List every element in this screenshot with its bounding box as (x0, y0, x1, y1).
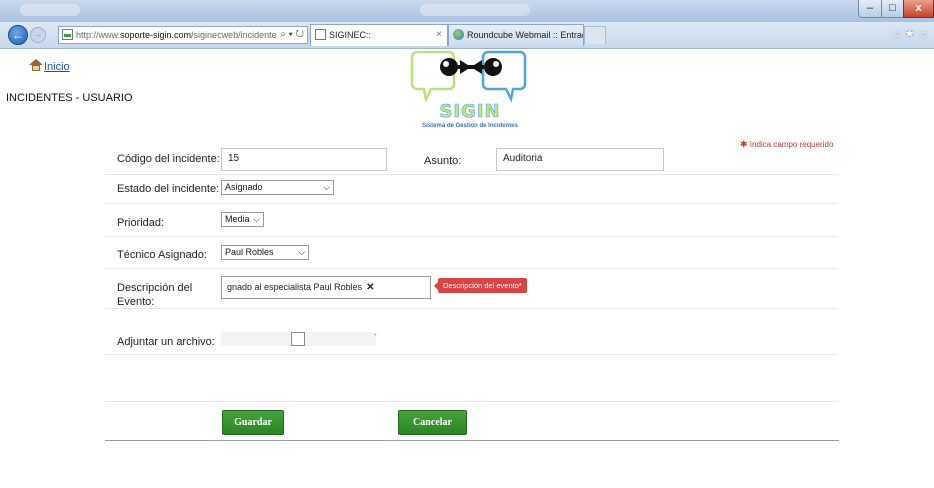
tab-siginec[interactable]: SIGINEC:: × (310, 24, 448, 46)
descripcion-label-line2: Evento: (117, 296, 155, 308)
estado-select-value: Asignado (225, 182, 263, 192)
clear-icon[interactable]: ✕ (366, 282, 374, 293)
home-link[interactable]: Inicio (29, 59, 70, 73)
tecnico-select-value: Paul Robles (225, 247, 274, 257)
row-divider (105, 308, 838, 309)
close-window-button[interactable]: x (903, 0, 934, 18)
forward-button[interactable]: → (30, 27, 46, 43)
estado-label: Estado del incidente: (117, 183, 220, 195)
maximize-button[interactable]: □ (881, 0, 904, 18)
browser-navbar: ← → http://www.soporte-sigin.com/siginec… (0, 22, 934, 49)
new-tab-button[interactable] (584, 26, 606, 44)
row-divider (105, 268, 838, 269)
page-favicon-icon (62, 29, 73, 40)
titlebar-blur (20, 4, 80, 16)
chevron-down-icon: ⌵ (253, 214, 260, 224)
titlebar-blur (420, 4, 530, 16)
tab-close-icon[interactable]: × (436, 25, 442, 45)
tecnico-label: Técnico Asignado: (117, 249, 207, 261)
speech-bubbles-logo-icon (410, 50, 527, 103)
roundcube-favicon-icon (453, 29, 464, 40)
row-divider (105, 203, 838, 204)
descripcion-field[interactable]: gnado al especialista Paul Robles ✕ (221, 276, 431, 299)
tecnico-select[interactable]: Paul Robles ⌵ (221, 245, 309, 260)
address-bar[interactable]: http://www.soporte-sigin.com/siginecweb/… (58, 26, 308, 44)
prioridad-select[interactable]: Media ⌵ (221, 212, 264, 227)
prioridad-label: Prioridad: (117, 217, 165, 229)
codigo-label: Código del incidente: (117, 153, 220, 165)
file-input-dash: - (374, 330, 377, 339)
chevron-down-icon: ⌵ (298, 247, 305, 257)
home-icon (29, 59, 43, 71)
home-link-label: Inicio (44, 61, 70, 73)
estado-select[interactable]: Asignado ⌵ (221, 180, 334, 195)
row-divider (105, 354, 838, 355)
logo-name: SIGIN (439, 101, 501, 123)
required-note-text: Indica campo requerido (749, 140, 834, 149)
logo-subtitle: Sistema de Gestion de Incidentes (422, 123, 518, 129)
asunto-label: Asunto: (424, 155, 462, 167)
row-divider (105, 401, 838, 402)
tab-title: SIGINEC:: (329, 30, 372, 40)
descripcion-label-line1: Descripción del (117, 282, 193, 294)
prioridad-select-value: Media (225, 214, 250, 224)
adjuntar-label: Adjuntar un archivo: (117, 336, 215, 348)
browser-tool-icons[interactable]: ⌂★☼ (894, 27, 933, 40)
required-asterisk-icon: ✱ (740, 139, 748, 149)
page-title: INCIDENTES - USUARIO (6, 92, 133, 104)
window-titlebar: – □ x (0, 0, 934, 22)
asunto-field[interactable]: Auditoria (496, 148, 664, 171)
tab-title: Roundcube Webmail :: Entrada (467, 30, 584, 40)
address-url: http://www.soporte-sigin.com/siginecweb/… (76, 30, 277, 40)
tab-roundcube[interactable]: Roundcube Webmail :: Entrada (448, 24, 584, 46)
sigin-logo: SIGIN Sistema de Gestion de Incidentes (400, 48, 540, 140)
file-checkbox[interactable] (291, 332, 305, 346)
minimize-button[interactable]: – (858, 0, 882, 18)
back-button[interactable]: ← (8, 25, 28, 45)
chevron-down-icon: ⌵ (323, 182, 330, 192)
descripcion-value: gnado al especialista Paul Robles (227, 282, 363, 292)
cancel-button[interactable]: Cancelar (398, 410, 467, 435)
row-divider (105, 236, 838, 237)
tab-favicon-icon (315, 29, 326, 40)
descripcion-error-tooltip: Descripción del evento* (434, 278, 527, 293)
codigo-field[interactable]: 15 (221, 148, 387, 171)
row-divider (105, 174, 838, 175)
address-search-refresh-icons[interactable]: ⌕ ▾ ↻ (278, 27, 304, 43)
save-button[interactable]: Guardar (222, 410, 284, 435)
required-field-note: ✱ Indica campo requerido (740, 139, 833, 150)
form-bottom-divider (105, 440, 839, 441)
